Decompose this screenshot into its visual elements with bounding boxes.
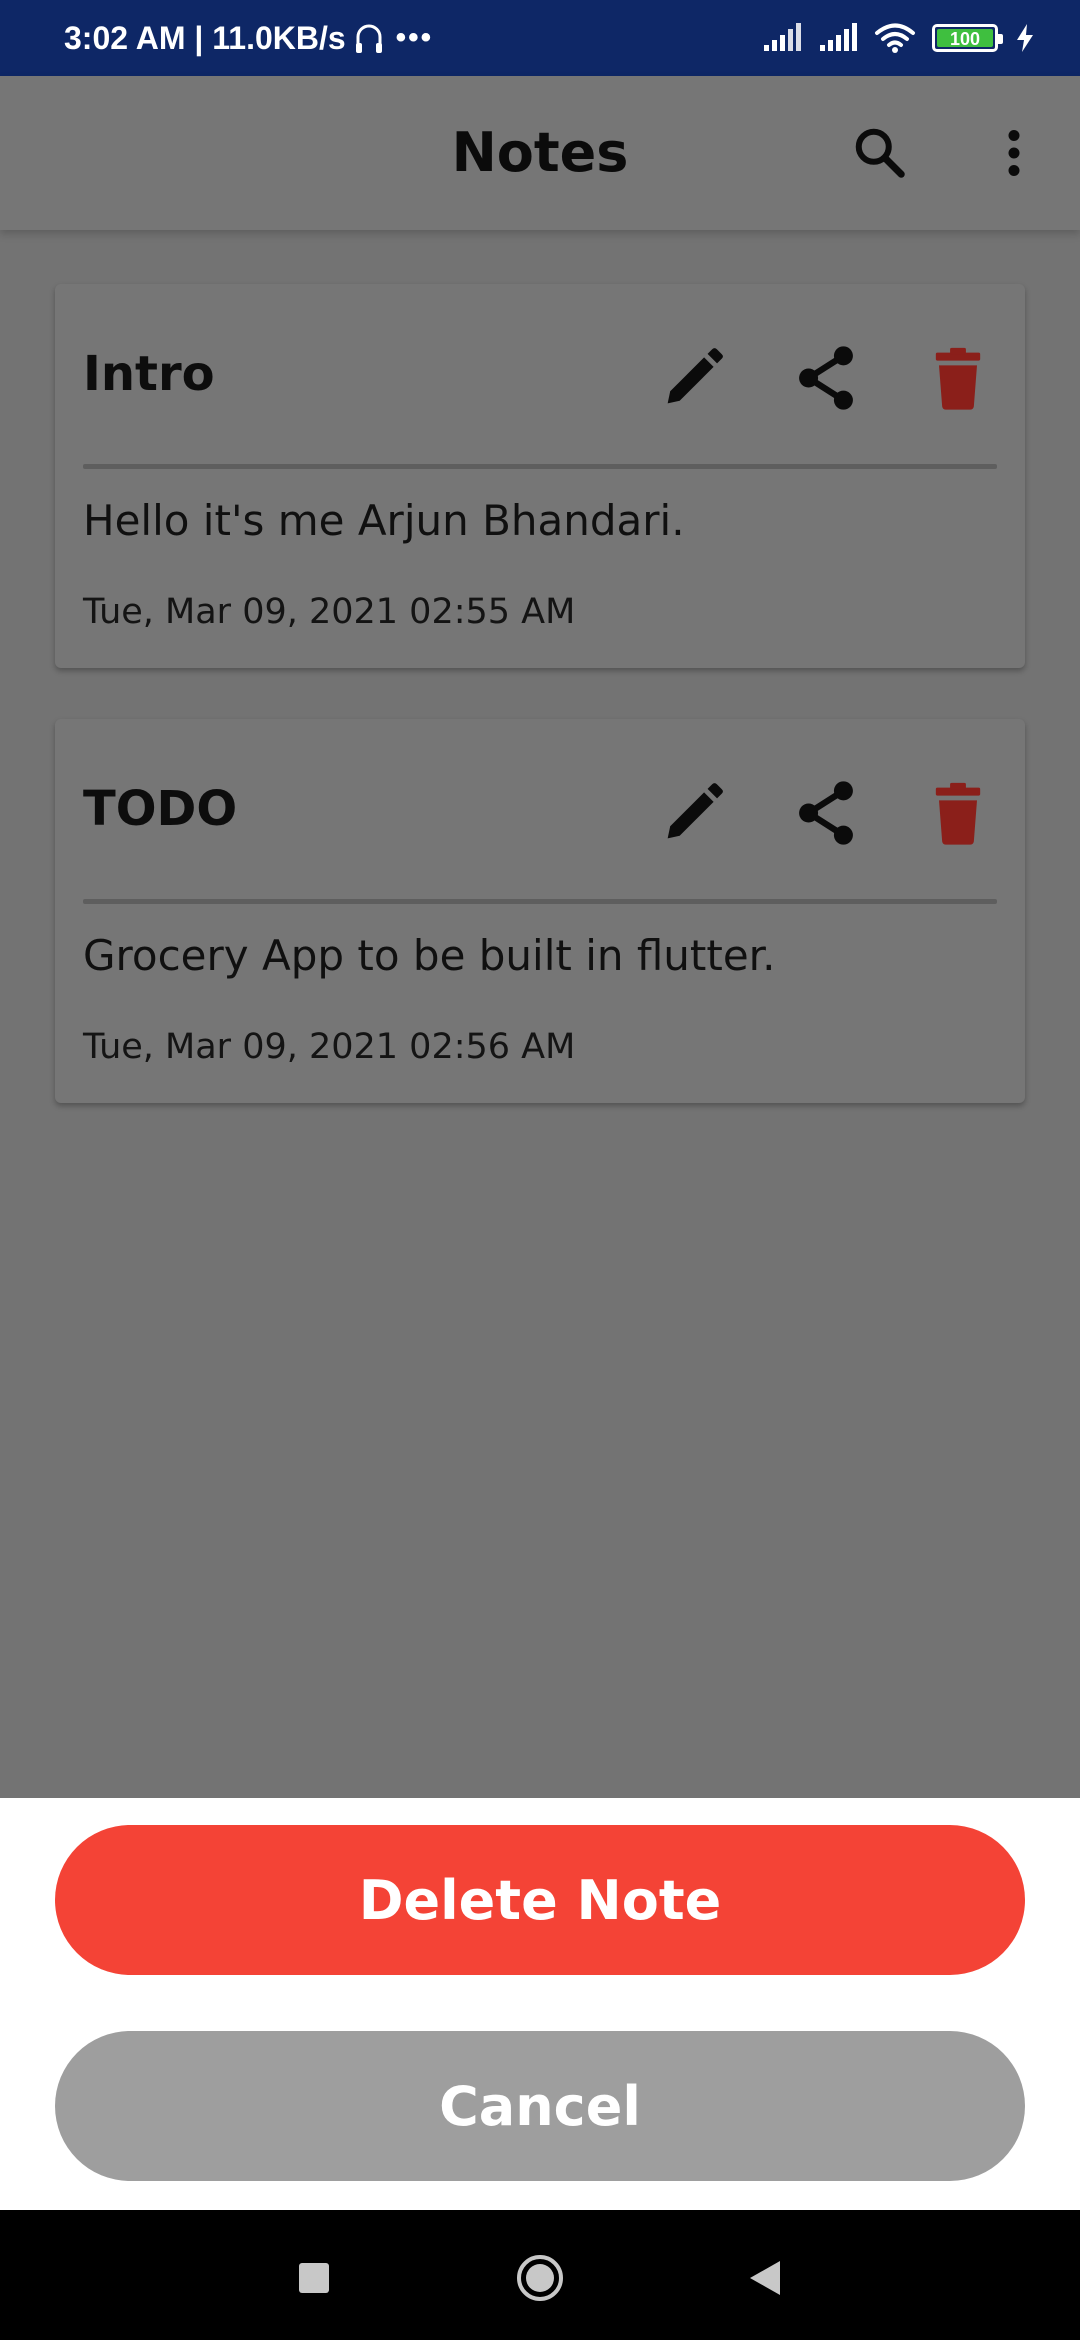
delete-icon[interactable] bbox=[920, 340, 996, 416]
share-icon[interactable] bbox=[788, 775, 864, 851]
wifi-icon bbox=[875, 23, 915, 53]
note-title: Intro bbox=[83, 346, 215, 402]
headphones-icon bbox=[355, 24, 382, 53]
note-card[interactable]: TODO Grocery App to be built in flutter.… bbox=[55, 719, 1025, 1103]
more-vert-icon[interactable] bbox=[984, 123, 1044, 183]
system-nav-bar bbox=[0, 2210, 1080, 2340]
delete-note-button[interactable]: Delete Note bbox=[55, 1825, 1025, 1975]
status-right: 100 bbox=[762, 22, 1036, 54]
note-date: Tue, Mar 09, 2021 02:55 AM bbox=[83, 592, 576, 632]
battery-icon: 100 bbox=[932, 24, 1003, 52]
cancel-button[interactable]: Cancel bbox=[55, 2031, 1025, 2181]
status-time-speed: 3:02 AM | 11.0KB/s bbox=[64, 19, 346, 56]
note-card[interactable]: Intro Hello it's me Arjun Bhandari. Tue,… bbox=[55, 284, 1025, 668]
edit-icon[interactable] bbox=[655, 340, 731, 416]
signal-icon bbox=[820, 23, 857, 51]
app-bar: Notes bbox=[0, 76, 1080, 230]
status-left: 3:02 AM | 11.0KB/s ••• bbox=[64, 20, 433, 57]
battery-level: 100 bbox=[937, 29, 993, 49]
search-icon[interactable] bbox=[850, 123, 910, 183]
divider bbox=[83, 464, 997, 469]
note-date: Tue, Mar 09, 2021 02:56 AM bbox=[83, 1027, 576, 1067]
home-circle-icon[interactable] bbox=[512, 2250, 568, 2306]
delete-confirm-sheet: Delete Note Cancel bbox=[0, 1798, 1080, 2210]
note-body: Grocery App to be built in flutter. bbox=[83, 931, 776, 980]
recents-square-icon[interactable] bbox=[286, 2250, 342, 2306]
back-triangle-icon[interactable] bbox=[738, 2250, 794, 2306]
edit-icon[interactable] bbox=[655, 775, 731, 851]
page-title: Notes bbox=[451, 121, 629, 184]
more-notifications-dots: ••• bbox=[395, 21, 434, 54]
share-icon[interactable] bbox=[788, 340, 864, 416]
divider bbox=[83, 899, 997, 904]
note-title: TODO bbox=[83, 781, 238, 837]
note-body: Hello it's me Arjun Bhandari. bbox=[83, 496, 685, 545]
delete-icon[interactable] bbox=[920, 775, 996, 851]
status-bar: 3:02 AM | 11.0KB/s ••• 100 bbox=[0, 0, 1080, 76]
signal-icon bbox=[764, 23, 801, 51]
charging-icon bbox=[1017, 24, 1033, 52]
